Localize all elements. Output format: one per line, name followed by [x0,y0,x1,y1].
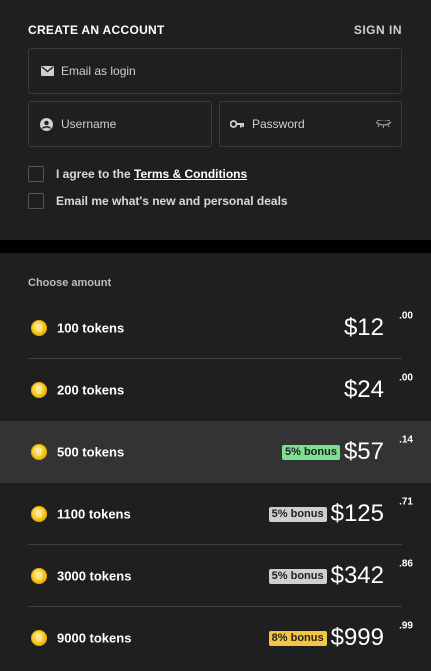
terms-row: I agree to the Terms & Conditions [28,165,247,183]
token-option-row[interactable]: 200 tokens $24 .00 [0,359,431,421]
coin-icon [31,444,47,460]
coin-icon [31,320,47,336]
bonus-badge: 8% bonus [268,630,327,646]
bonus-badge: 5% bonus [268,568,327,584]
token-option-row[interactable]: 100 tokens $12 .00 [0,297,431,359]
price-cents: .71 [399,496,413,508]
coin-icon [31,382,47,398]
coin-icon [31,568,47,584]
token-option-row[interactable]: 9000 tokens 8% bonus $999 .99 [0,607,431,669]
token-option-row[interactable]: 500 tokens 5% bonus $57 .14 [0,421,431,483]
price-cents: .00 [399,372,413,384]
token-option-row[interactable]: 3000 tokens 5% bonus $342 .86 [0,545,431,607]
price-cents: .00 [399,310,413,322]
deals-label: Email me what's new and personal deals [56,194,288,208]
price-cents: .99 [399,620,413,632]
email-field[interactable]: Email as login [28,48,402,94]
sign-in-link[interactable]: SIGN IN [354,23,402,37]
token-amount-label: 500 tokens [57,444,125,460]
page-title: CREATE AN ACCOUNT [28,23,165,37]
terms-prefix: I agree to the [56,167,135,181]
price-label: $999 [330,624,384,651]
token-amount-label: 3000 tokens [57,568,132,584]
price-group: $24 [344,376,384,404]
token-amount-label: 200 tokens [57,382,125,398]
username-field[interactable]: Username [28,101,212,147]
price-label: $342 [330,562,384,589]
email-placeholder: Email as login [61,64,136,78]
deals-row: Email me what's new and personal deals [28,192,288,210]
user-icon [39,117,53,131]
price-group: 5% bonus $57 [282,438,384,466]
price-label: $12 [343,314,384,341]
price-cents: .86 [399,558,413,570]
price-group: 8% bonus $999 [268,624,384,652]
token-amount-label: 100 tokens [57,320,125,336]
bonus-badge: 5% bonus [268,506,327,522]
bonus-badge: 5% bonus [282,444,340,460]
deals-checkbox[interactable] [28,193,44,209]
price-label: $57 [343,438,384,465]
price-group: $12 [344,314,384,342]
password-placeholder: Password [252,117,305,131]
price-label: $125 [330,500,384,527]
token-amount-label: 1100 tokens [57,506,131,522]
terms-link[interactable]: Terms & Conditions [134,167,247,181]
coin-icon [31,506,47,522]
password-field[interactable]: Password [219,101,402,147]
eye-closed-icon[interactable] [375,117,392,131]
token-option-row[interactable]: 1100 tokens 5% bonus $125 .71 [0,483,431,545]
coin-icon [31,630,47,646]
envelope-icon [40,64,54,78]
price-group: 5% bonus $125 [268,500,384,528]
terms-label: I agree to the Terms & Conditions [56,167,247,181]
price-label: $24 [343,376,384,403]
key-icon [230,117,244,131]
terms-checkbox[interactable] [28,166,44,182]
username-placeholder: Username [61,117,117,131]
price-group: 5% bonus $342 [268,562,384,590]
price-cents: .14 [399,434,413,446]
token-amount-label: 9000 tokens [57,630,132,646]
choose-amount-heading: Choose amount [28,277,112,289]
